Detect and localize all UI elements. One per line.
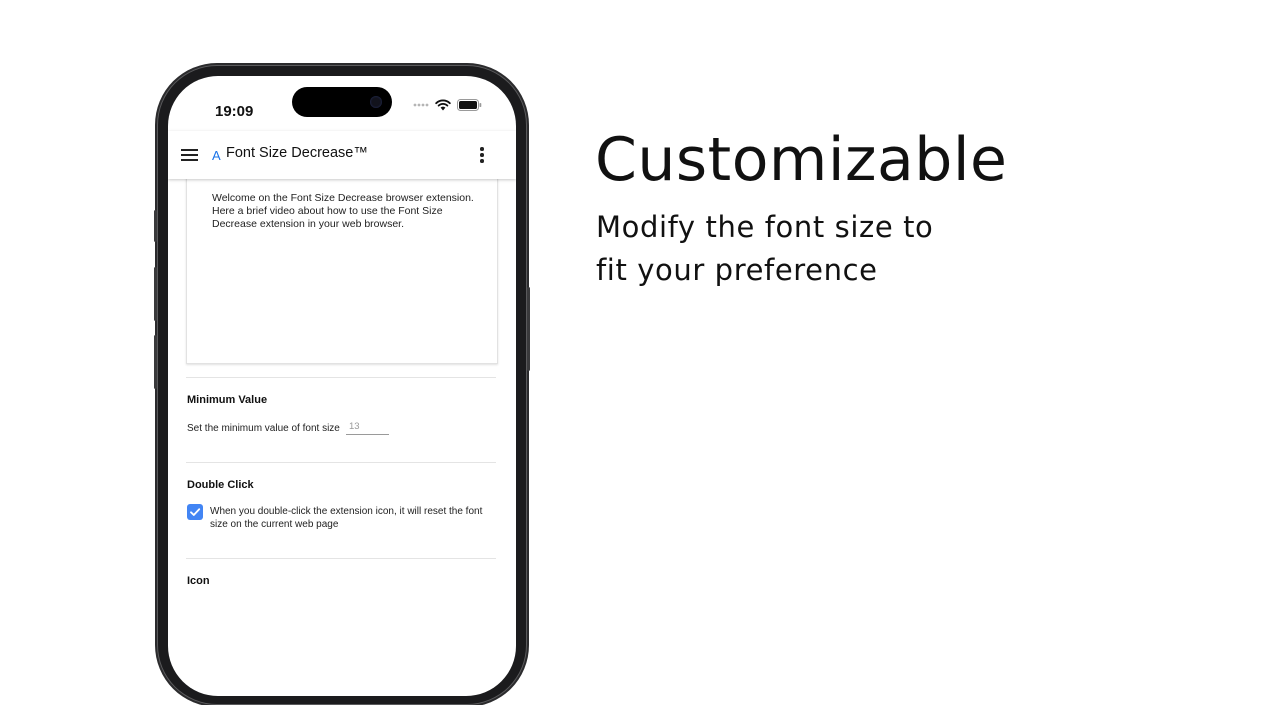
hamburger-menu-icon[interactable] xyxy=(181,149,198,161)
phone-frame: 19:09 A Font Size Decrease™ Welcome on t… xyxy=(154,65,530,705)
promo-subline-line-1: Modify the font size to xyxy=(596,210,934,244)
power-button xyxy=(527,287,530,371)
divider xyxy=(186,377,496,378)
action-button xyxy=(154,210,157,242)
minimum-value-input[interactable] xyxy=(346,418,389,435)
promo-subline-line-2: fit your preference xyxy=(596,253,878,287)
double-click-checkbox[interactable] xyxy=(187,504,203,520)
video-intro-text: Welcome on the Font Size Decrease browse… xyxy=(212,192,474,230)
signal-dots-icon xyxy=(413,103,429,107)
volume-down-button xyxy=(154,335,157,389)
promo-headline: Customizable xyxy=(595,125,1008,195)
checkmark-icon xyxy=(190,508,201,516)
more-vertical-icon[interactable] xyxy=(480,147,484,163)
volume-up-button xyxy=(154,267,157,321)
app-logo: A xyxy=(212,148,221,163)
wifi-icon xyxy=(435,99,451,111)
battery-icon xyxy=(457,99,482,111)
status-icons xyxy=(413,98,482,112)
video-card[interactable]: Welcome on the Font Size Decrease browse… xyxy=(186,176,498,364)
phone-screen: 19:09 A Font Size Decrease™ Welcome on t… xyxy=(168,76,516,696)
divider xyxy=(186,462,496,463)
divider xyxy=(186,558,496,559)
icon-section-title: Icon xyxy=(187,575,210,587)
double-click-description: When you double-click the extension icon… xyxy=(210,506,483,530)
app-title: Font Size Decrease™ xyxy=(226,145,368,161)
double-click-title: Double Click xyxy=(187,479,254,491)
status-time: 19:09 xyxy=(215,103,254,120)
camera-icon xyxy=(370,96,382,108)
dynamic-island xyxy=(292,87,392,117)
promo-subline: Modify the font size to fit your prefere… xyxy=(596,206,933,292)
minimum-value-label: Set the minimum value of font size xyxy=(187,423,340,434)
minimum-value-title: Minimum Value xyxy=(187,394,268,406)
app-toolbar: A Font Size Decrease™ xyxy=(168,131,516,179)
